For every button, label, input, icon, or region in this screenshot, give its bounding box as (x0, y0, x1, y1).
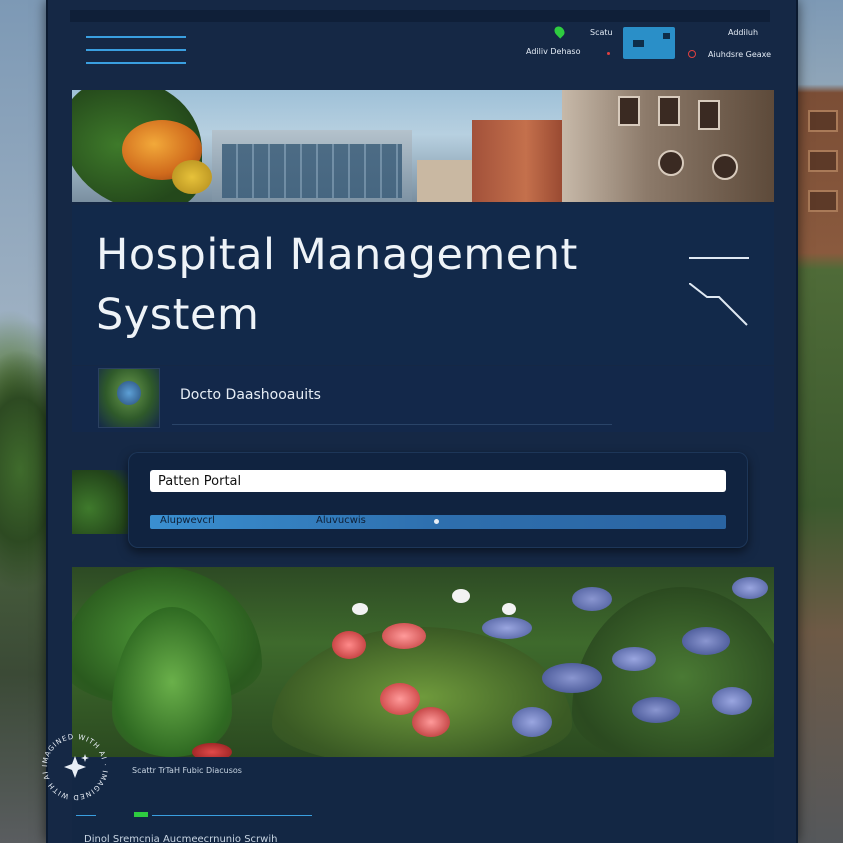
patient-portal-card: Alupwevcrl Aluvucwis (128, 452, 748, 548)
bar-label-1: Alupwevcrl (160, 515, 215, 526)
decorative-line (689, 257, 749, 259)
top-strip (70, 10, 770, 22)
footer: Scattr TrTaH Fubic Diacusos Dinol Sremcn… (72, 758, 774, 843)
decorative-leaf (72, 470, 128, 534)
garden-image (72, 567, 774, 757)
hamburger-menu-icon[interactable] (86, 36, 186, 66)
location-pin-icon (434, 519, 439, 524)
record-icon (688, 50, 696, 58)
alert-dot-icon (607, 52, 610, 55)
app-panel: Scatu Adiliv Dehaso Addiluh Aiuhdsre Gea… (46, 0, 798, 843)
page-title: Hospital Management System (96, 230, 578, 340)
footer-divider (76, 815, 96, 816)
location-pin-icon (552, 24, 567, 39)
watermark-sparkle-icon: IMAGINED WITH AI · IMAGINED WITH AI · (38, 730, 108, 801)
doctor-dashboard-label: Docto Daashooauits (180, 387, 321, 403)
doctor-thumbnail (98, 368, 160, 428)
footer-text: Dinol Sremcnia Aucmeecrnunio Scrwih (84, 834, 278, 843)
background-building-right (798, 0, 843, 843)
title-section: Hospital Management System (72, 205, 774, 365)
status-indicator-icon (134, 812, 148, 817)
bar-label-2: Aluvucwis (316, 515, 366, 526)
account-label: Addiluh (728, 28, 759, 37)
notification-card-icon[interactable] (623, 27, 675, 59)
background-trees-left (0, 0, 46, 843)
background-window (808, 150, 838, 172)
doctor-dashboard-link[interactable]: Docto Daashooauits (72, 366, 774, 432)
hero-image (72, 90, 774, 202)
user-label: Adiliv Dehaso (526, 47, 581, 56)
appointments-bar[interactable]: Alupwevcrl Aluvucwis (150, 515, 726, 529)
account-sublabel: Aiuhdsre Geaxe (708, 50, 772, 59)
patient-portal-input[interactable] (150, 470, 726, 492)
decorative-zigzag-icon (689, 283, 748, 326)
background-window (808, 110, 838, 132)
footer-links[interactable]: Scattr TrTaH Fubic Diacusos (132, 766, 242, 775)
divider (172, 424, 612, 425)
top-bar: Scatu Adiliv Dehaso Addiluh Aiuhdsre Gea… (70, 0, 776, 80)
background-window (808, 190, 838, 212)
footer-divider (152, 815, 312, 816)
